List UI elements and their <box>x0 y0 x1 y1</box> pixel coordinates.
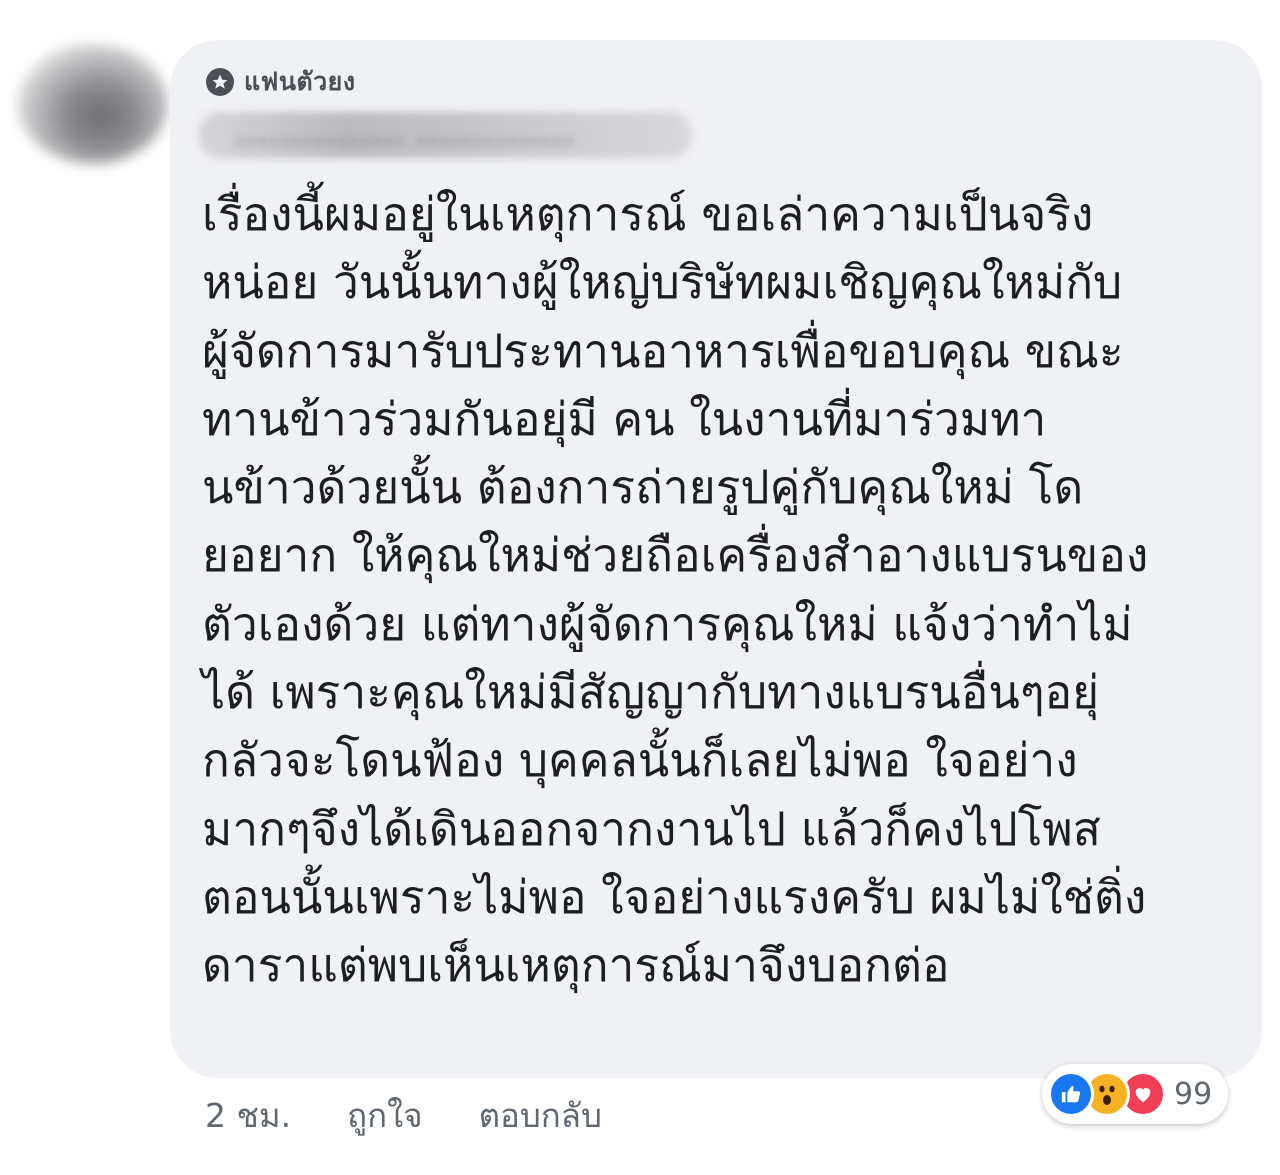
comment-line: เรื่องนี้ผมอยู่ในเหตุการณ์ ขอเล่าความเป็… <box>202 187 1094 241</box>
author-name-blurred[interactable]: ............... .............. <box>198 112 692 158</box>
comment-line: ทานข้าวร่วมกันอยุ่มี คน ในงานที่มาร่วมทา <box>202 391 1047 446</box>
like-button[interactable]: ถูกใจ <box>347 1089 422 1142</box>
comment-line: ดาราแต่พบเห็นเหตุการณ์มาจึงบอกต่อ <box>202 938 950 993</box>
comment-line: มากๆจึงได้เดินออกจากงานไป แล้วก็คงไปโพส <box>202 801 1101 856</box>
avatar[interactable] <box>18 44 168 164</box>
comment-actions: 2 ชม. ถูกใจ ตอบกลับ <box>205 1088 602 1142</box>
badge-label: แฟนตัวยง <box>244 67 356 96</box>
reaction-count: 99 <box>1174 1076 1213 1112</box>
comment-line: นข้าวด้วยนั้น ต้องการถ่ายรูปคู่กับคุณใหม… <box>202 460 1084 515</box>
reply-button[interactable]: ตอบกลับ <box>479 1089 602 1142</box>
star-badge-icon <box>206 68 234 96</box>
comment-line: ยอยาก ให้คุณใหม่ช่วยถือเครื่องสำอางแบรนข… <box>202 528 1149 583</box>
comment-line: ผู้จัดการมารับประทานอาหารเพื่อขอบคุณ ขณะ <box>202 323 1124 378</box>
comment-line: หน่อย วันนั้นทางผู้ใหญ่บริษัทผมเชิญคุณให… <box>202 255 1123 310</box>
comment-line: ได้ เพราะคุณใหม่มีสัญญากับทางแบรนอื่นๆอย… <box>202 665 1100 720</box>
reactions-summary[interactable]: 99 <box>1042 1064 1229 1124</box>
like-icon <box>1048 1071 1094 1117</box>
comment-bubble: แฟนตัวยง ............... .............. … <box>170 40 1262 1078</box>
comment-line: ตอนนั้นเพราะไม่พอ ใจอย่างแรงครับ ผมไม่ใช… <box>202 869 1147 924</box>
comment-line: กลัวจะโดนฟ้อง บุคคลนั้นก็เลยไม่พอ ใจอย่า… <box>202 733 1078 788</box>
comment-screenshot: แฟนตัวยง ............... .............. … <box>0 0 1280 1175</box>
author-name-text: ............... .............. <box>234 117 575 152</box>
top-fan-badge: แฟนตัวยง <box>206 64 356 100</box>
comment-line: ตัวเองด้วย แต่ทางผู้จัดการคุณใหม่ แจ้งว่… <box>202 596 1133 651</box>
comment-timestamp[interactable]: 2 ชม. <box>205 1089 291 1142</box>
comment-text: เรื่องนี้ผมอยู่ในเหตุการณ์ ขอเล่าความเป็… <box>202 180 1242 1000</box>
